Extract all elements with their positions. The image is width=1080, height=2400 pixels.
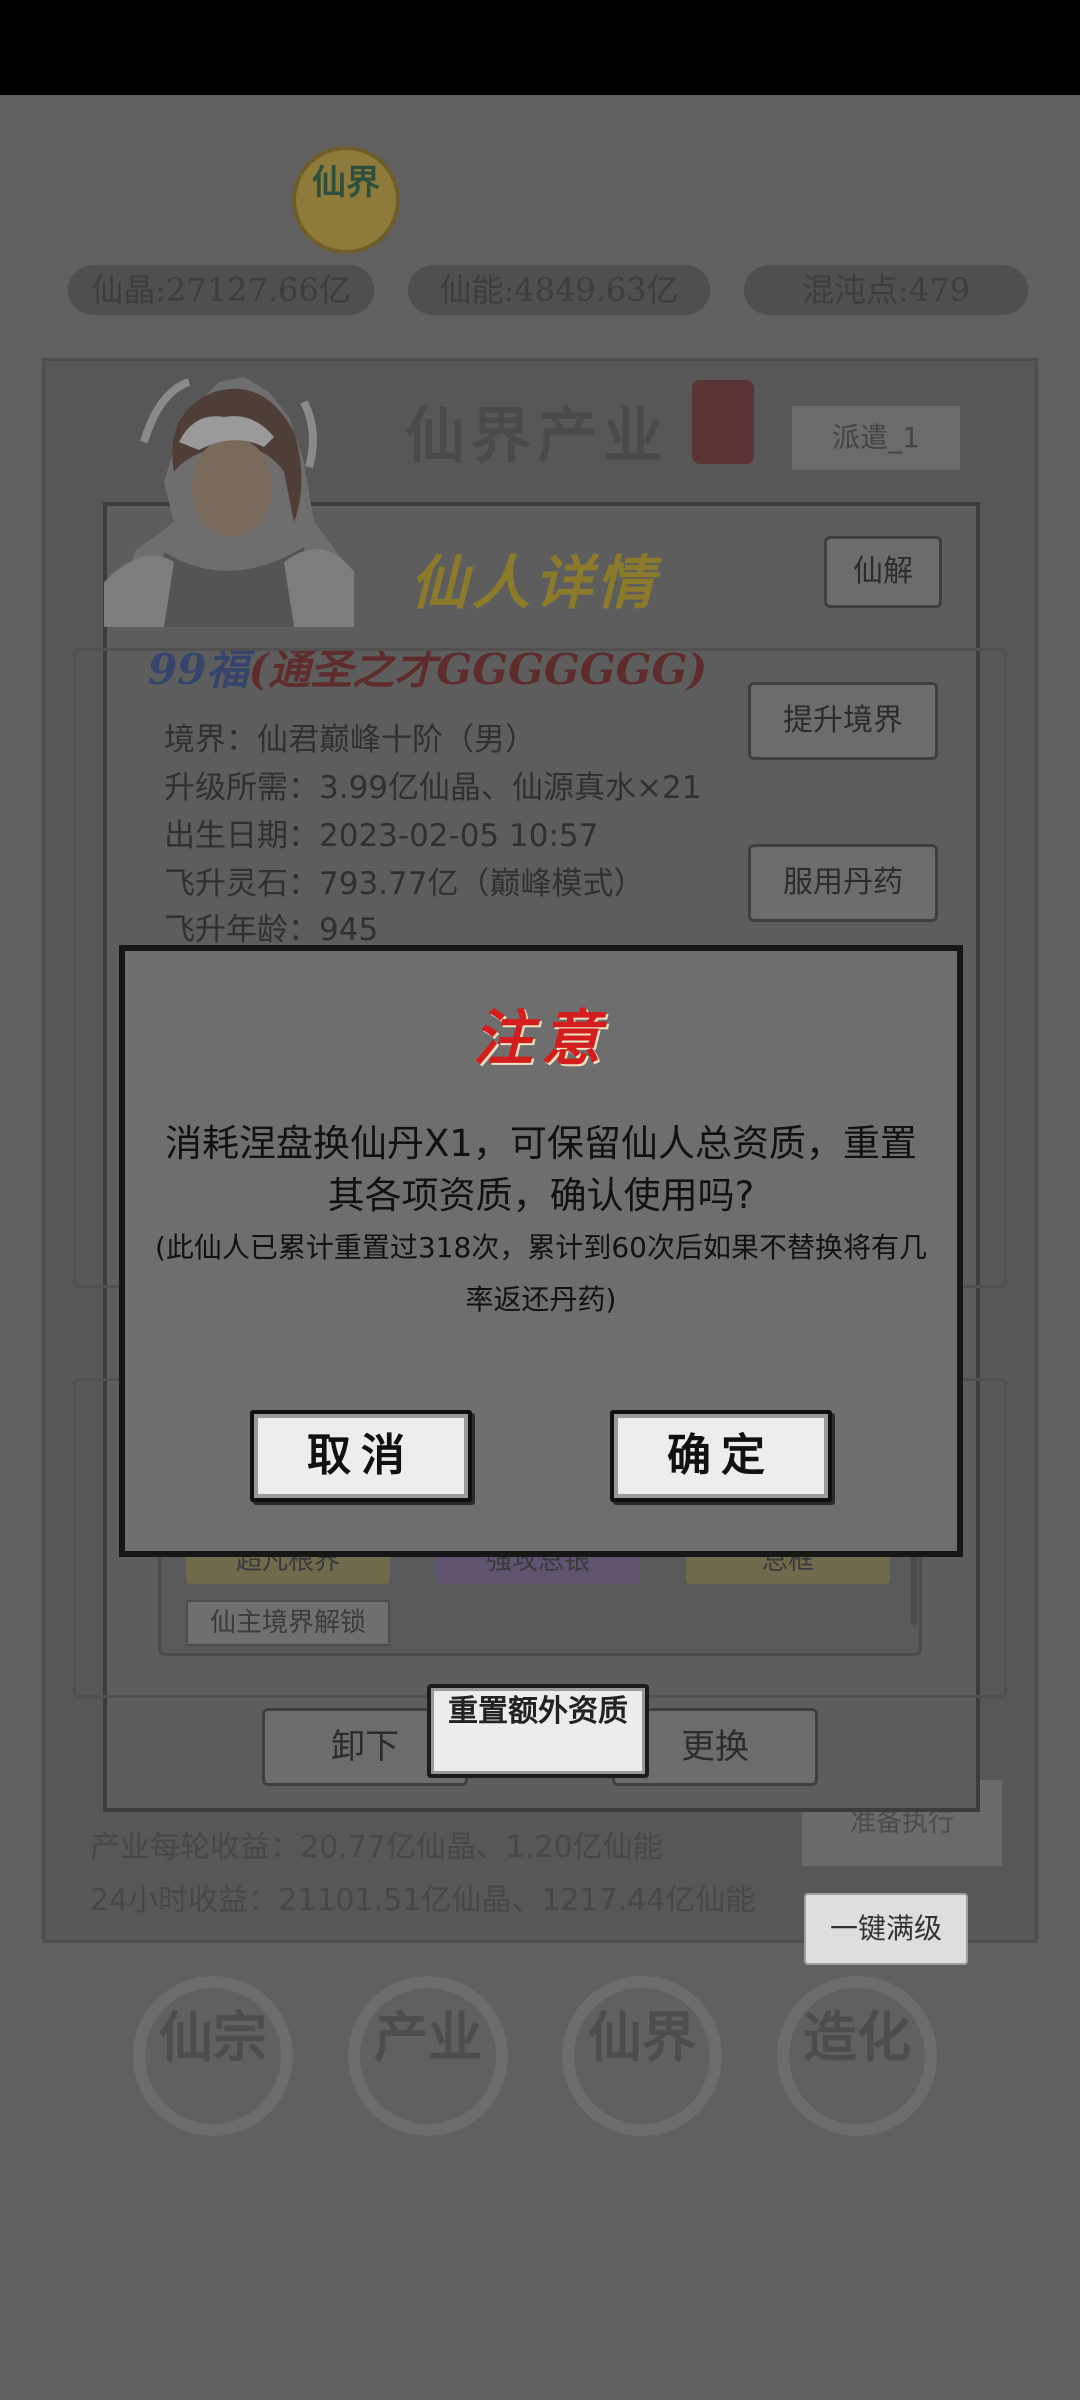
dialog-note: (此仙人已累计重置过318次，累计到60次后如果不替换将有几率返还丹药) (155, 1231, 927, 1316)
dispatch-button[interactable]: 派遣_1 (790, 404, 962, 472)
tag-list-scrollbar[interactable] (911, 1545, 917, 1625)
crystal-counter: 仙晶:27127.66亿 (68, 265, 374, 315)
reset-extra-aptitude-button[interactable]: 重置额外资质 (427, 1684, 649, 1778)
nav-realm-button[interactable]: 仙界 (562, 1976, 722, 2136)
chaos-counter: 混沌点:479 (744, 265, 1028, 315)
immortal-realm-logo: 仙界 (292, 146, 400, 254)
nav-creation-button[interactable]: 造化 (777, 1976, 937, 2136)
dissolve-button[interactable]: 仙解 (824, 536, 942, 608)
confirm-button[interactable]: 确定 (610, 1410, 832, 1502)
round-income-text: 产业每轮收益：20.77亿仙晶、1.20亿仙能 (90, 1830, 663, 1865)
immortal-avatar-icon (104, 377, 354, 627)
dialog-message: 消耗涅盘换仙丹X1，可保留仙人总资质，重置其各项资质，确认使用吗? (165, 1122, 917, 1217)
dialog-title: 注意 (473, 1004, 609, 1074)
daily-income-text: 24小时收益：21101.51亿仙晶、1217.44亿仙能 (90, 1883, 756, 1918)
cancel-button[interactable]: 取消 (250, 1410, 472, 1502)
nav-industry-button[interactable]: 产业 (348, 1976, 508, 2136)
seal-icon (692, 380, 754, 464)
nav-sect-button[interactable]: 仙宗 (133, 1976, 293, 2136)
status-bar (0, 0, 1080, 95)
industry-title: 仙界产业 (405, 402, 669, 472)
energy-counter: 仙能:4849.63亿 (408, 265, 710, 315)
one-click-max-button[interactable]: 一键满级 (804, 1893, 968, 1965)
realm-unlock-tag[interactable]: 仙主境界解锁 (186, 1600, 390, 1646)
detail-title: 仙人详情 (410, 549, 659, 617)
